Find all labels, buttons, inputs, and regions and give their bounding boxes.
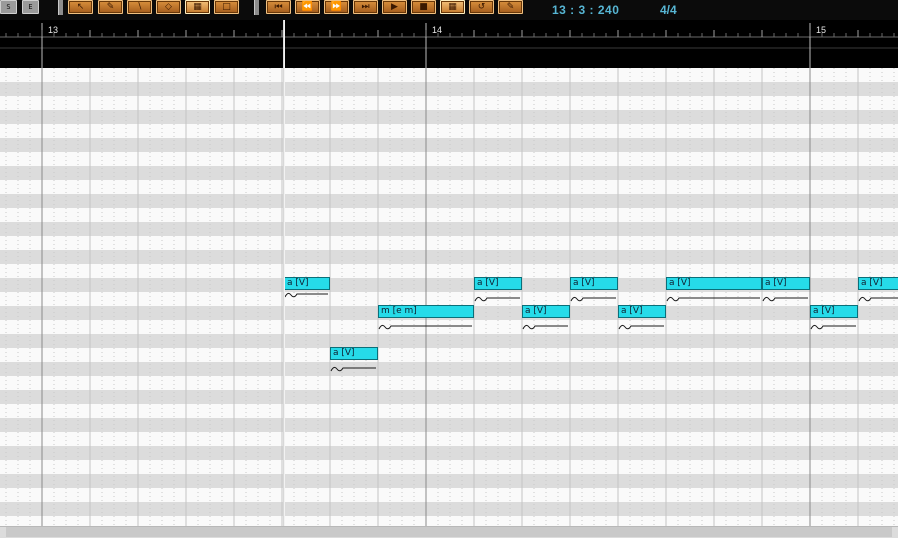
- arrow-tool-icon[interactable]: ↖: [68, 0, 93, 14]
- note-block[interactable]: m [e m]: [378, 305, 474, 318]
- rewind-icon[interactable]: ⏪: [295, 0, 320, 14]
- measure-number: 15: [816, 25, 827, 35]
- toolbar-separator: [58, 0, 63, 15]
- start-button[interactable]: S: [0, 0, 17, 14]
- position-readout: 13 : 3 : 240: [552, 3, 620, 17]
- note-block[interactable]: a [V]: [474, 277, 522, 290]
- measure-number: 14: [432, 25, 443, 35]
- note-block[interactable]: a [V]: [810, 305, 858, 318]
- toolbar: S E ↖ ✎ ∖ ◇ ▦ □ ⏮ ⏪ ⏩ ⏭ ▶ ■ ▦ ↺ ✎ 13 : 3…: [0, 0, 898, 20]
- play-icon[interactable]: ▶: [382, 0, 407, 14]
- horizontal-scrollbar[interactable]: [0, 526, 898, 538]
- rewind-start-icon[interactable]: ⏮: [266, 0, 291, 14]
- note-block[interactable]: a [V]: [570, 277, 618, 290]
- note-block[interactable]: a [V]: [330, 347, 378, 360]
- ruler-ticks: [0, 23, 898, 68]
- loop-icon[interactable]: ↺: [469, 0, 494, 14]
- pencil-tool-icon[interactable]: ✎: [98, 0, 123, 14]
- grid-mode-icon[interactable]: ▦: [440, 0, 465, 14]
- note-block[interactable]: a [V]: [666, 277, 762, 290]
- end-button[interactable]: E: [22, 0, 39, 14]
- grid-snap-tool-icon[interactable]: ▦: [185, 0, 210, 14]
- note-block[interactable]: a [V]: [522, 305, 570, 318]
- time-signature: 4/4: [660, 3, 677, 17]
- select-tool-icon[interactable]: □: [214, 0, 239, 14]
- measure-ruler[interactable]: 13 14 15: [0, 20, 898, 68]
- edit-mode-icon[interactable]: ✎: [498, 0, 523, 14]
- note-block[interactable]: a [V]: [762, 277, 810, 290]
- eraser-tool-icon[interactable]: ◇: [156, 0, 181, 14]
- stop-icon[interactable]: ■: [411, 0, 436, 14]
- measure-number: 13: [48, 25, 59, 35]
- toolbar-separator: [254, 0, 259, 15]
- grid-lines: [5, 68, 895, 526]
- forward-end-icon[interactable]: ⏭: [353, 0, 378, 14]
- fast-forward-icon[interactable]: ⏩: [324, 0, 349, 14]
- line-tool-icon[interactable]: ∖: [127, 0, 152, 14]
- playhead-cursor[interactable]: [283, 20, 285, 526]
- scrollbar-thumb[interactable]: [6, 527, 892, 537]
- note-block[interactable]: a [V]: [858, 277, 898, 290]
- note-block[interactable]: a [V]: [284, 277, 330, 290]
- note-block[interactable]: a [V]: [618, 305, 666, 318]
- piano-roll-grid[interactable]: a [V] a [V] m [e m] a [V] a [V] a [V] a …: [0, 68, 898, 526]
